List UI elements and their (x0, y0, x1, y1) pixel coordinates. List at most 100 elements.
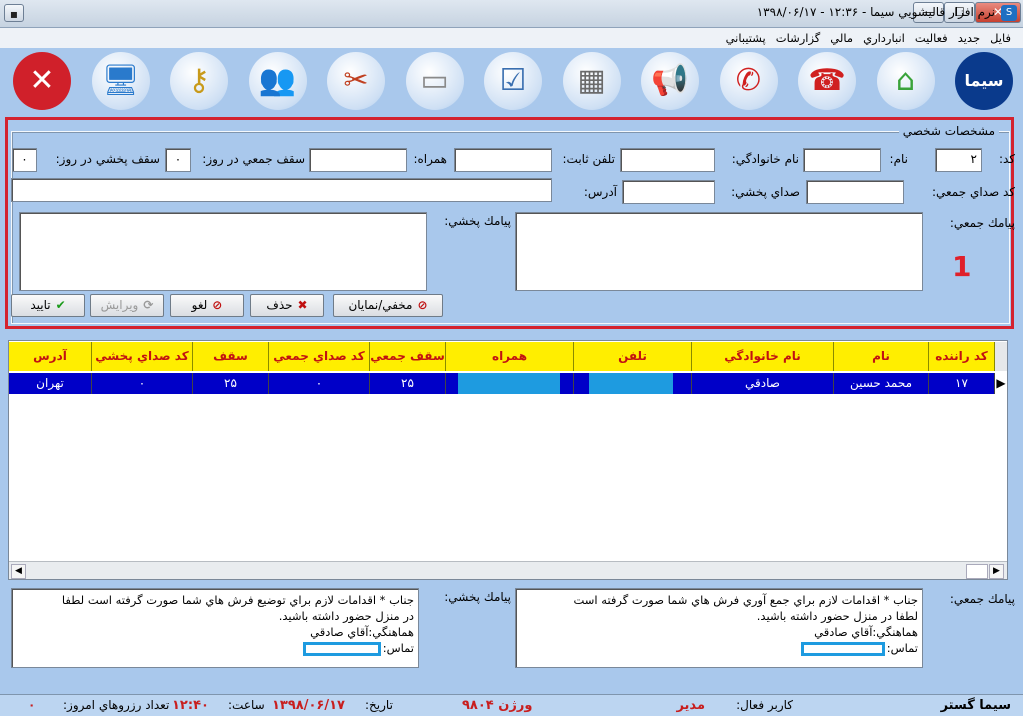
reservations-label: تعداد رزروهاي امروز: (63, 698, 170, 712)
phone-field[interactable] (454, 148, 552, 172)
sms-line: تماس: (520, 640, 918, 656)
menu-items: فايل جديد فعاليت انبارداري مالي گزارشات … (726, 31, 1011, 45)
user-value: مدير (676, 698, 705, 713)
cell-group-limit: ۲۵ (370, 373, 446, 394)
forbidden-icon: ⊘ (212, 298, 223, 312)
refresh-icon: ⟳ (143, 298, 154, 312)
cell-spread-voice: ۰ (92, 373, 193, 394)
check-icon: ✔ (55, 298, 66, 312)
toolbar: سیما ⌂ ☎ ✆ 📢 ▦ ☑ ▭ ✂ 👥 ⚷ 🖥 ✕ (0, 48, 1023, 116)
scroll-left-icon[interactable]: ◀ (11, 564, 26, 579)
menu-activity[interactable]: فعاليت (915, 31, 948, 45)
column-header[interactable]: كد صداي جمعي (269, 342, 370, 371)
exit-icon[interactable]: ✕ (13, 52, 71, 110)
edit-button[interactable]: ⟳ ويرايش (90, 294, 164, 317)
users-icon[interactable]: 👥 (248, 52, 307, 110)
telephone-icon[interactable]: ☎ (798, 52, 856, 110)
groupbox-legend: مشخصات شخصي (898, 124, 999, 138)
group-limit-label: سقف جمعي در روز: (202, 152, 305, 166)
contact-redaction (302, 641, 381, 656)
date-label: تاريخ: (365, 698, 393, 712)
spread-voice-label: صداي پخشي: (731, 185, 800, 199)
column-header[interactable]: نام خانوادگي (692, 342, 834, 371)
edit-label: ويرايش (100, 298, 139, 312)
toggle-visibility-button[interactable]: ⊘ مخفي/نمايان (333, 294, 443, 317)
sms-line: در منزل حضور داشته باشيد. (278, 609, 414, 623)
x-icon: ✖ (297, 298, 308, 312)
name-label: نام: (889, 152, 908, 166)
usb-drive-icon[interactable]: ▭ (405, 52, 464, 110)
column-header[interactable]: سقف جمعي (370, 342, 446, 371)
group-limit-field[interactable]: ۰ (165, 148, 191, 172)
menu-support[interactable]: پشتيباني (726, 31, 766, 45)
system-menu-icon[interactable]: ▪ (4, 4, 24, 22)
phone-circle-icon[interactable]: ✆ (719, 52, 778, 110)
column-header[interactable]: همراه (446, 342, 574, 371)
menu-warehouse[interactable]: انبارداري (863, 31, 905, 45)
version-text: ورژن ۹۸۰۴ (462, 698, 533, 713)
group-sms-field[interactable] (515, 212, 923, 291)
cancel-button[interactable]: ⊘ لغو (170, 294, 244, 317)
mobile-redaction (458, 373, 560, 394)
menu-bar: فايل جديد فعاليت انبارداري مالي گزارشات … (0, 28, 1023, 48)
address-field[interactable] (11, 178, 552, 202)
tools-icon[interactable]: ✂ (327, 52, 385, 110)
time-value: ۱۲:۴۰ (172, 698, 209, 713)
cell-spread-limit: ۲۵ (193, 373, 269, 394)
sms-line: جناب * اقدامات لازم براي جمع آوري فرش ها… (573, 593, 919, 607)
table-row[interactable]: ۱۷ محمد حسين صادقي ۲۵ ۰ ۲۵ ۰ تهران ▶ (9, 373, 1007, 394)
forbidden-icon: ⊘ (417, 298, 428, 312)
sms-line: هماهنگي:آقاي صادقي (814, 625, 918, 639)
clipboard-checklist-icon[interactable]: ☑ (484, 52, 542, 110)
monitor-icon[interactable]: 🖥 (91, 52, 150, 110)
spread-sms-field[interactable] (19, 212, 427, 291)
spread-limit-field[interactable]: ۰ (12, 148, 37, 172)
calculator-icon[interactable]: ▦ (562, 52, 621, 110)
megaphone-icon[interactable]: 📢 (641, 52, 699, 110)
cell-phone (574, 373, 692, 394)
confirm-button[interactable]: ✔ تاييد (11, 294, 85, 317)
title-bar: ▪ — ☐ ✕ نرم افزار قاليشويي سيما - ۱۲:۳۶ … (0, 0, 1023, 28)
column-header[interactable]: نام (834, 342, 929, 371)
user-label: كاربر فعال: (736, 698, 793, 712)
address-label: آدرس: (583, 185, 617, 199)
menu-finance[interactable]: مالي (830, 31, 853, 45)
scroll-thumb[interactable] (966, 564, 988, 579)
cell-address: تهران (9, 373, 92, 394)
row-indicator-icon: ▶ (995, 373, 1007, 394)
spread-sms-label: پيامك پخشي: (444, 214, 511, 228)
annotation-number: 1 (952, 250, 972, 283)
family-field[interactable] (620, 148, 715, 172)
column-header[interactable]: كد راننده (929, 342, 995, 371)
delete-button[interactable]: ✖ حذف (250, 294, 324, 317)
column-header[interactable]: سقف پخشي (193, 342, 269, 392)
cell-name: محمد حسين (834, 373, 929, 394)
spread-limit-label: سقف پخشي در روز: (55, 152, 160, 166)
family-label: نام خانوادگي: (731, 152, 799, 166)
bottom-spread-sms-box: جناب * اقدامات لازم براي توضيع فرش هاي ش… (11, 588, 419, 668)
menu-new[interactable]: جديد (958, 31, 980, 45)
column-header[interactable]: تلفن (574, 342, 692, 371)
scroll-right-icon[interactable]: ▶ (989, 564, 1004, 579)
column-header[interactable]: كد صداي پخشي (92, 342, 193, 371)
bottom-group-sms-label: پيامك جمعي: (949, 592, 1015, 606)
column-header[interactable]: آدرس (9, 342, 92, 371)
menu-file[interactable]: فايل (990, 31, 1011, 45)
sima-logo-icon[interactable]: سیما (955, 52, 1013, 110)
code-field[interactable]: ۲ (935, 148, 982, 172)
reservations-value: ۰ (28, 698, 36, 712)
keys-icon[interactable]: ⚷ (170, 52, 228, 110)
cell-group-voice: ۰ (269, 373, 370, 394)
name-field[interactable] (803, 148, 881, 172)
delete-label: حذف (266, 298, 293, 312)
group-voice-field[interactable] (806, 180, 904, 204)
app-icon: S (1001, 5, 1017, 21)
mobile-field[interactable] (309, 148, 407, 172)
menu-reports[interactable]: گزارشات (776, 31, 821, 45)
home-icon[interactable]: ⌂ (876, 52, 935, 110)
spread-voice-field[interactable] (622, 180, 715, 204)
confirm-label: تاييد (30, 298, 51, 312)
horizontal-scrollbar[interactable]: ◀ ▶ (9, 561, 1007, 579)
date-value: ۱۳۹۸/۰۶/۱۷ (272, 698, 345, 713)
sms-line: لطفا در منزل حضور داشته باشيد. (756, 609, 918, 623)
